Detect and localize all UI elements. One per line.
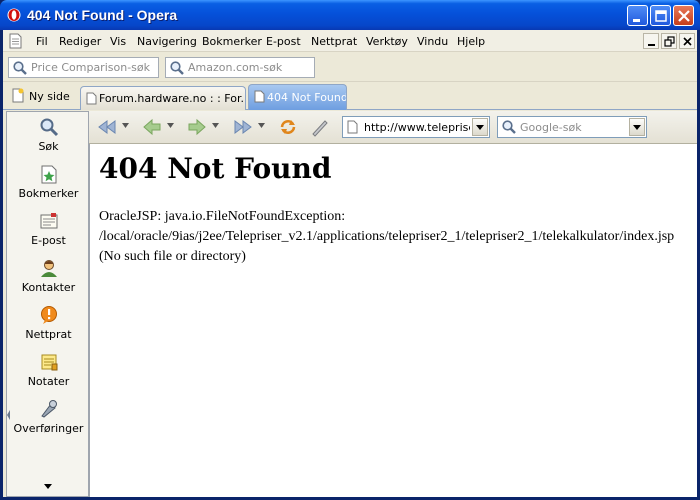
menu-bookmarks[interactable]: Bokmerker bbox=[202, 35, 262, 48]
web-page: 404 Not Found OracleJSP: java.io.FileNot… bbox=[89, 144, 697, 497]
menu-mail[interactable]: E-post bbox=[266, 35, 301, 48]
panel-item-mail[interactable]: E-post bbox=[7, 209, 90, 255]
panel-item-label: Overføringer bbox=[13, 422, 84, 435]
minimize-icon bbox=[633, 19, 640, 22]
reload-icon[interactable] bbox=[277, 117, 299, 137]
menu-file[interactable]: Fil bbox=[36, 35, 48, 48]
menu-view[interactable]: Vis bbox=[110, 35, 126, 48]
menu-edit[interactable]: Rediger bbox=[59, 35, 101, 48]
chat-icon bbox=[41, 306, 57, 324]
search-icon bbox=[13, 61, 27, 75]
page-icon bbox=[86, 92, 97, 105]
page-close-button[interactable] bbox=[679, 33, 695, 49]
contacts-icon bbox=[41, 260, 57, 277]
menu-tools[interactable]: Verktøy bbox=[366, 35, 408, 48]
address-dropdown-button[interactable] bbox=[472, 118, 488, 136]
content-area: http://www.telepriser 404 Not Found Orac… bbox=[89, 111, 697, 497]
back-icon[interactable] bbox=[141, 117, 163, 137]
price-comparison-input[interactable] bbox=[31, 60, 154, 75]
panel-item-bookmarks[interactable]: Bokmerker bbox=[7, 162, 90, 208]
panel-item-chat[interactable]: Nettprat bbox=[7, 303, 90, 349]
window-title: 404 Not Found - Opera bbox=[27, 7, 178, 23]
opera-logo-icon bbox=[7, 8, 21, 22]
minimize-icon bbox=[648, 44, 655, 46]
page-heading: 404 Not Found bbox=[99, 152, 332, 185]
navigation-bar: http://www.telepriser bbox=[89, 111, 697, 144]
amazon-input[interactable] bbox=[188, 60, 310, 75]
new-page-label: Ny side bbox=[29, 90, 70, 103]
page-minimize-button[interactable] bbox=[643, 33, 659, 49]
tab-bar: Ny side Forum.hardware.no : : For... 404… bbox=[3, 83, 697, 110]
menu-bar: Fil Rediger Vis Navigering Bokmerker E-p… bbox=[3, 30, 697, 52]
tab-label: 404 Not Found bbox=[267, 91, 347, 104]
amazon-search[interactable] bbox=[165, 57, 315, 78]
close-icon bbox=[678, 10, 690, 22]
menu-window[interactable]: Vindu bbox=[417, 35, 448, 48]
panel-item-label: Bokmerker bbox=[18, 187, 79, 200]
panel-item-label: Kontakter bbox=[21, 281, 76, 294]
panel-item-notes[interactable]: Notater bbox=[7, 350, 90, 396]
chevron-down-icon bbox=[633, 125, 641, 130]
page-icon bbox=[347, 120, 358, 134]
search-icon bbox=[502, 120, 516, 134]
chevron-down-icon[interactable] bbox=[167, 123, 174, 128]
title-bar: 404 Not Found - Opera bbox=[0, 0, 700, 30]
close-icon bbox=[683, 37, 692, 46]
restore-icon bbox=[664, 36, 675, 47]
tab-forum[interactable]: Forum.hardware.no : : For... bbox=[80, 86, 246, 110]
search-icon bbox=[40, 118, 59, 137]
panel-item-label: E-post bbox=[31, 234, 66, 247]
maximize-button[interactable] bbox=[650, 5, 671, 26]
search-engine-dropdown[interactable] bbox=[629, 118, 645, 136]
close-button[interactable] bbox=[673, 5, 694, 26]
chevron-down-icon[interactable] bbox=[212, 123, 219, 128]
panel-collapse-handle[interactable] bbox=[7, 409, 10, 421]
transfers-icon bbox=[41, 400, 57, 418]
edit-icon[interactable] bbox=[309, 117, 331, 137]
forward-icon[interactable] bbox=[186, 117, 208, 137]
menu-help[interactable]: Hjelp bbox=[457, 35, 485, 48]
tab-label: Forum.hardware.no : : For... bbox=[99, 92, 246, 105]
chevron-down-icon bbox=[476, 125, 484, 130]
chevron-down-icon[interactable] bbox=[258, 123, 265, 128]
bookmark-icon bbox=[41, 165, 57, 184]
side-panel: Søk Bokmerker E-post Kontakter Nettprat … bbox=[6, 111, 89, 497]
browser-frame: Fil Rediger Vis Navigering Bokmerker E-p… bbox=[3, 30, 697, 497]
page-restore-button[interactable] bbox=[661, 33, 677, 49]
error-message: OracleJSP: java.io.FileNotFoundException… bbox=[99, 209, 675, 264]
maximize-icon bbox=[655, 10, 667, 22]
tab-404-not-found[interactable]: 404 Not Found bbox=[248, 84, 347, 110]
document-icon[interactable] bbox=[9, 33, 22, 49]
minimize-button[interactable] bbox=[627, 5, 648, 26]
search-icon bbox=[170, 61, 184, 75]
mail-icon bbox=[40, 213, 58, 229]
address-text[interactable]: http://www.telepriser bbox=[364, 121, 470, 134]
menu-navigation[interactable]: Navigering bbox=[137, 35, 197, 48]
page-icon bbox=[254, 90, 265, 103]
menu-chat[interactable]: Nettprat bbox=[311, 35, 357, 48]
panel-item-label: Søk bbox=[38, 140, 59, 153]
google-search[interactable] bbox=[497, 116, 647, 138]
panel-item-label: Nettprat bbox=[25, 328, 72, 341]
chevron-down-icon[interactable] bbox=[43, 482, 53, 490]
price-comparison-search[interactable] bbox=[8, 57, 159, 78]
fast-forward-icon[interactable] bbox=[232, 117, 254, 137]
search-toolbar bbox=[3, 52, 697, 82]
panel-item-label: Notater bbox=[27, 375, 70, 388]
address-bar[interactable]: http://www.telepriser bbox=[342, 116, 490, 138]
new-page-icon bbox=[12, 88, 24, 103]
google-search-input[interactable] bbox=[520, 120, 620, 134]
rewind-icon[interactable] bbox=[96, 117, 118, 137]
panel-item-contacts[interactable]: Kontakter bbox=[7, 256, 90, 302]
notes-icon bbox=[41, 354, 58, 371]
panel-item-transfers[interactable]: Overføringer bbox=[7, 397, 90, 443]
panel-item-search[interactable]: Søk bbox=[7, 115, 90, 161]
chevron-down-icon[interactable] bbox=[122, 123, 129, 128]
